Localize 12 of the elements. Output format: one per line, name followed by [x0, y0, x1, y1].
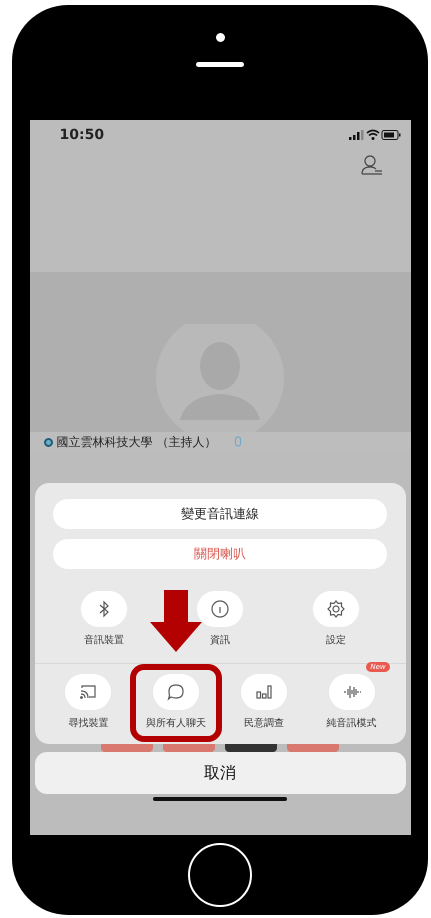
sheet-button[interactable]: 關閉喇叭 [53, 539, 387, 569]
cancel-button[interactable]: 取消 [34, 752, 406, 794]
action-label: 純音訊模式 [326, 716, 377, 730]
action-label: 音訊裝置 [84, 634, 124, 647]
status-time: 10:50 [60, 127, 104, 143]
action-label: 民意調查 [244, 716, 284, 730]
action-label: 尋找裝置 [68, 716, 108, 730]
action-label: 與所有人聊天 [146, 716, 206, 730]
sheet-button[interactable]: 變更音訊連線 [53, 499, 387, 529]
action-label: 設定 [326, 634, 346, 647]
action-label: 資訊 [210, 634, 230, 647]
participant-name: 國立雲林科技大學 （主持人） [56, 434, 216, 450]
